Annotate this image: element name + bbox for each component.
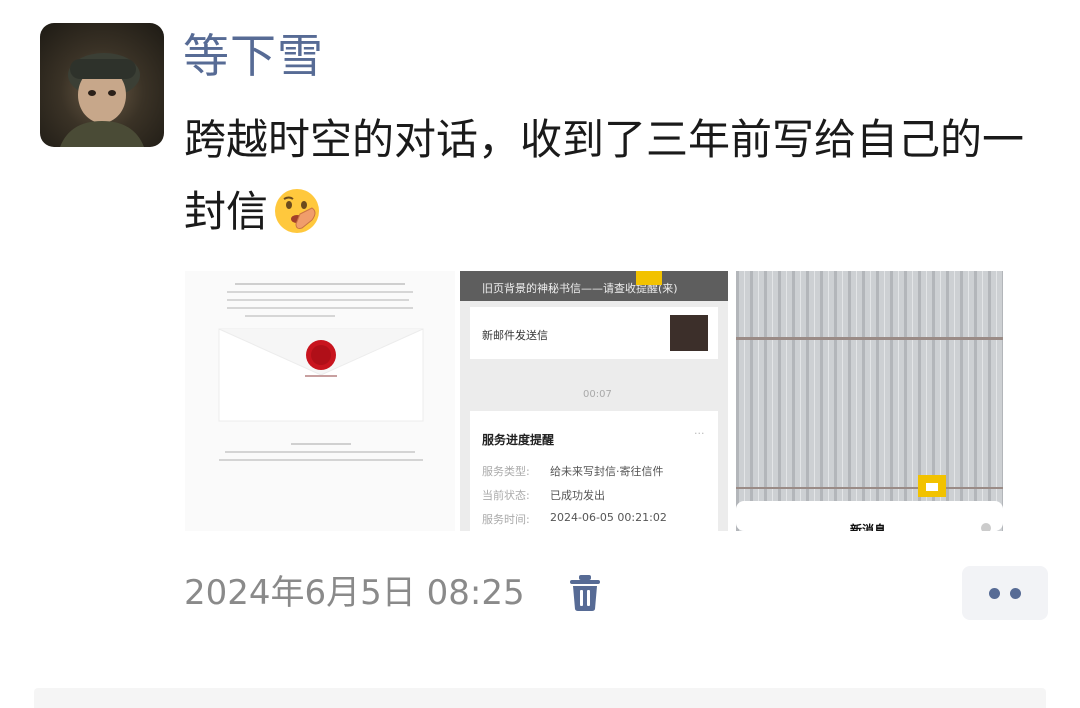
- thumb-card-more-icon: ···: [694, 427, 705, 440]
- shushing-face-emoji-icon: [275, 189, 320, 233]
- thumb-banner-marker: [636, 271, 662, 285]
- thumb-service-card: 服务进度提醒 ··· 服务类型: 给未来写封信·寄往信件 当前状态: 已成功发出…: [470, 411, 718, 531]
- thumb-message-card: 新邮件发送信: [470, 307, 718, 359]
- thumb-sheet-title: 新消息: [850, 523, 887, 531]
- thumb-divider-time: 00:07: [583, 389, 612, 400]
- thumb-field-label: 服务时间:: [482, 513, 530, 526]
- thumb-row-label: 新邮件发送信: [482, 329, 548, 342]
- thumb-field-label: 服务类型:: [482, 465, 530, 478]
- more-dot-icon: [989, 588, 1000, 599]
- thumb-field-label: 当前状态:: [482, 489, 530, 502]
- trash-icon[interactable]: [568, 574, 602, 612]
- more-dot-icon: [1010, 588, 1021, 599]
- post-content: 跨越时空的对话，收到了三年前写给自己的一封信: [184, 104, 1034, 248]
- thumb-card-title: 服务进度提醒: [482, 433, 555, 447]
- more-actions-button[interactable]: [962, 566, 1048, 620]
- letter-envelope-illustration: [185, 271, 455, 531]
- user-avatar[interactable]: [40, 23, 164, 147]
- post-timestamp: 2024年6月5日 08:25: [184, 573, 525, 613]
- thumb-image-icon: [670, 315, 708, 351]
- metal-wall-illustration: [736, 271, 1003, 531]
- thumb-banner: 旧页背景的神秘书信——请查收提醒(来): [460, 271, 728, 301]
- thumb-field-value: 2024-06-05 00:21:02: [550, 511, 667, 524]
- comment-area: [34, 688, 1046, 708]
- thumb-field-value: 给未来写封信·寄往信件: [550, 465, 664, 478]
- post-username[interactable]: 等下雪: [183, 26, 324, 86]
- avatar-portrait: [60, 53, 144, 147]
- photo-service-notification[interactable]: 旧页背景的神秘书信——请查收提醒(来) 新邮件发送信 00:07 服务进度提醒 …: [460, 271, 728, 531]
- photo-metal-wall[interactable]: 新消息: [736, 271, 1003, 531]
- thumb-field-value: 已成功发出: [550, 489, 605, 502]
- photo-letter-envelope[interactable]: [185, 271, 455, 531]
